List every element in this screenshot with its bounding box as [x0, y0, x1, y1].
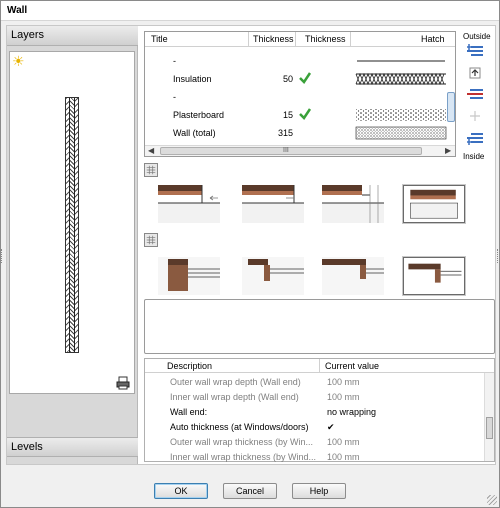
hatch-dense-dots [355, 126, 447, 140]
layer-thickness: 15 [282, 110, 293, 120]
col-current-value[interactable]: Current value [325, 361, 379, 371]
property-row[interactable]: Inner wall wrap depth (Wall end) 100 mm [145, 390, 485, 404]
hatch-zigzag [355, 72, 446, 86]
description-box [144, 299, 495, 354]
levels-header[interactable]: Levels [7, 437, 138, 457]
property-table: Description Current value Outer wall wra… [144, 358, 495, 462]
layer-title: - [173, 92, 176, 102]
wall-end-option-2[interactable] [242, 185, 304, 223]
cancel-button[interactable]: Cancel [223, 483, 277, 499]
resize-grip[interactable] [487, 495, 497, 505]
property-row[interactable]: Auto thickness (at Windows/doors) ✔ [145, 420, 485, 434]
property-table-header: Description Current value [145, 359, 494, 373]
wall-section-graphic [65, 97, 79, 353]
grid-icon[interactable] [144, 163, 158, 177]
layer-thickness: 50 [282, 74, 293, 84]
wall-dialog: Wall Layers ☀ Levels Title Thickness Thi… [0, 0, 500, 508]
opening-option-3[interactable] [322, 257, 384, 295]
property-row[interactable]: Wall end: no wrapping [145, 405, 485, 419]
layer-row[interactable]: Insulation 50 [145, 70, 455, 88]
opening-option-2[interactable] [242, 257, 304, 295]
left-panel: Layers ☀ Levels [7, 26, 138, 464]
col-description[interactable]: Description [167, 361, 212, 371]
sun-icon[interactable]: ☀ [12, 54, 26, 68]
remove-layer-icon[interactable] [467, 87, 483, 101]
check-icon[interactable] [298, 107, 312, 121]
layer-table: Title Thickness Thickness Hatch - Insula… [144, 31, 456, 157]
layer-title: Plasterboard [173, 110, 225, 120]
property-description: Wall end: [170, 407, 208, 417]
property-value: 100 mm [327, 377, 360, 387]
property-description: Auto thickness (at Windows/doors) [170, 422, 309, 432]
layer-table-header: Title Thickness Thickness Hatch [145, 32, 455, 47]
property-value: no wrapping [327, 407, 377, 417]
col-thickness[interactable]: Thickness [253, 34, 294, 44]
col-hatch[interactable]: Hatch [421, 34, 445, 44]
hatch-dots [356, 109, 446, 121]
check-icon[interactable] [298, 71, 312, 85]
wall-end-option-1[interactable] [158, 185, 220, 223]
property-row[interactable]: Outer wall wrap thickness (by Win... 100… [145, 435, 485, 449]
property-value-check[interactable]: ✔ [327, 422, 335, 433]
property-row[interactable]: Inner wall wrap thickness (by Wind... 10… [145, 450, 485, 464]
wall-end-option-3[interactable] [322, 185, 384, 223]
hatch-line [357, 60, 445, 62]
add-layer-outside-icon[interactable] [467, 44, 483, 58]
col-title[interactable]: Title [151, 34, 168, 44]
layer-row[interactable]: Plasterboard 15 [145, 106, 455, 124]
layer-title: Insulation [173, 74, 212, 84]
layer-row[interactable]: - [145, 52, 455, 70]
property-row[interactable]: Outer wall wrap depth (Wall end) 100 mm [145, 375, 485, 389]
layer-title: Wall (total) [173, 128, 216, 138]
move-layer-down-icon[interactable] [467, 109, 483, 123]
printer-icon[interactable] [116, 376, 130, 390]
grid-icon[interactable] [144, 233, 158, 247]
property-value: 100 mm [327, 392, 360, 402]
property-description: Outer wall wrap depth (Wall end) [170, 377, 301, 387]
property-table-vscroll[interactable] [484, 373, 494, 461]
layer-table-vscroll[interactable] [447, 92, 455, 144]
inside-label: Inside [463, 152, 485, 161]
outside-label: Outside [463, 32, 491, 41]
add-layer-inside-icon[interactable] [467, 131, 483, 145]
property-value: 100 mm [327, 452, 360, 462]
layer-thickness: 315 [277, 128, 293, 138]
wall-preview: ☀ [9, 51, 135, 394]
col-thickness-2[interactable]: Thickness [305, 34, 346, 44]
help-button[interactable]: Help [292, 483, 346, 499]
layer-row[interactable]: - [145, 88, 455, 106]
layer-row[interactable]: Wall (total) 315 [145, 124, 455, 142]
title-bar: Wall [1, 1, 499, 21]
layer-side-buttons: Outside Inside [459, 31, 495, 163]
wall-join-options [144, 163, 495, 296]
left-resize-grip[interactable] [1, 249, 4, 263]
move-layer-up-icon[interactable] [467, 66, 483, 80]
layer-table-hscroll[interactable]: ◀ III ▶ [145, 145, 455, 156]
property-description: Outer wall wrap thickness (by Win... [170, 437, 314, 447]
layers-header[interactable]: Layers [7, 26, 138, 46]
layer-title: - [173, 56, 176, 66]
ok-button[interactable]: OK [154, 483, 208, 499]
opening-option-1[interactable] [158, 257, 220, 295]
property-description: Inner wall wrap thickness (by Wind... [170, 452, 317, 462]
property-description: Inner wall wrap depth (Wall end) [170, 392, 299, 402]
window-title: Wall [7, 5, 28, 16]
dialog-content: Layers ☀ Levels Title Thickness Thicknes… [6, 25, 496, 465]
wall-end-option-4[interactable] [403, 185, 465, 223]
opening-option-4[interactable] [403, 257, 465, 295]
property-value: 100 mm [327, 437, 360, 447]
